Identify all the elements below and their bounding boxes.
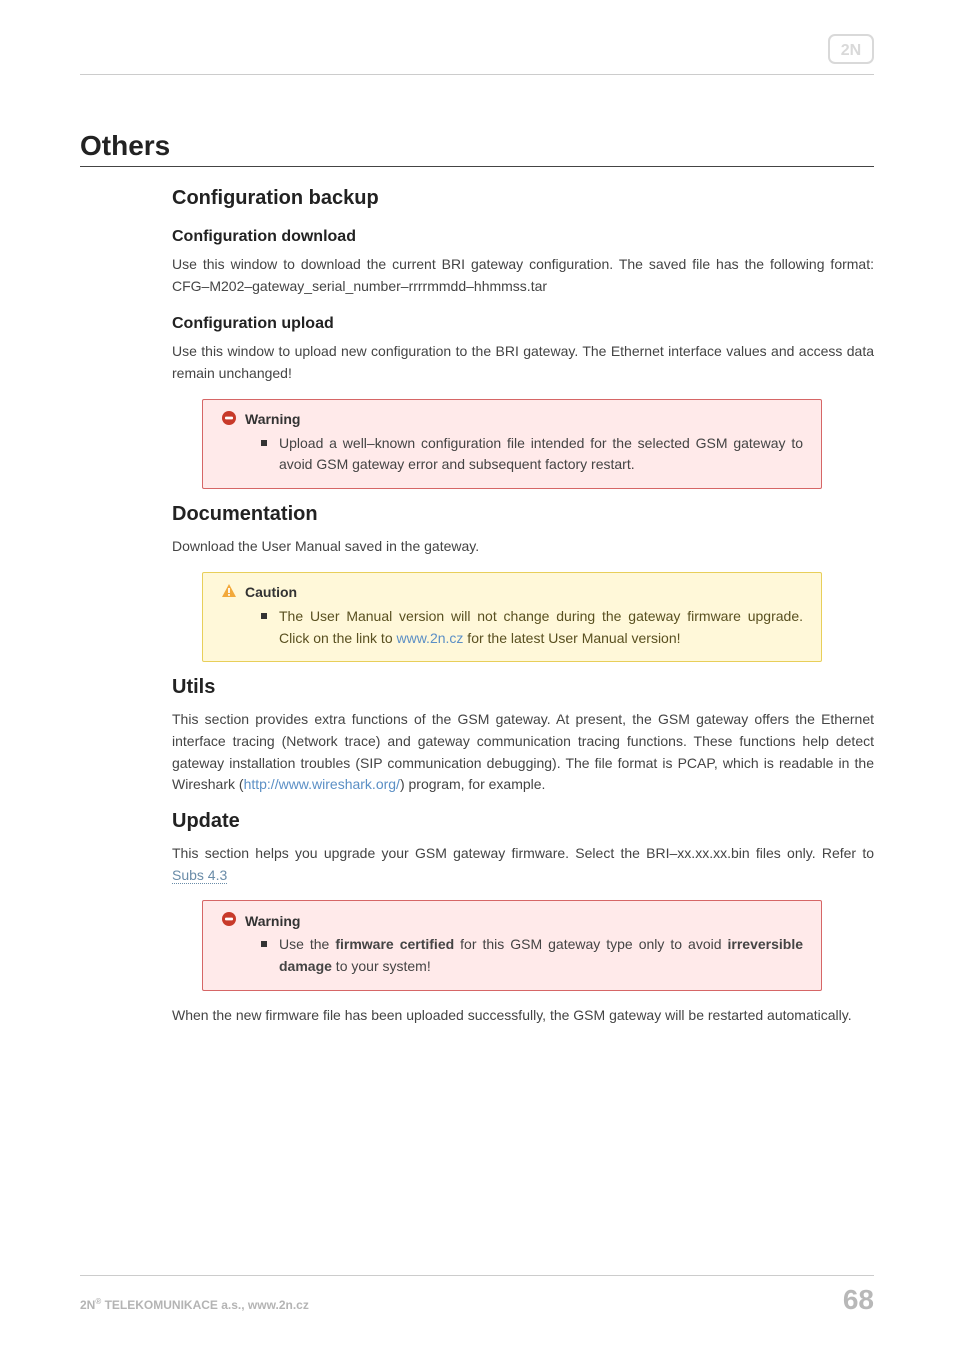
warning-text-mid: for this GSM gateway type only to avoid [454, 936, 727, 952]
warning-text-post: to your system! [332, 958, 431, 974]
caution-item: The User Manual version will not change … [279, 606, 803, 649]
warning-item: Upload a well–known configuration file i… [279, 433, 803, 476]
section-documentation: Documentation [172, 503, 874, 526]
caution-callout-docs: Caution The User Manual version will not… [202, 572, 822, 662]
warning-label: Warning [245, 913, 300, 929]
update-body-pre: This section helps you upgrade your GSM … [172, 845, 874, 861]
link-2n-cz[interactable]: www.2n.cz [397, 630, 464, 646]
section-utils: Utils [172, 676, 874, 699]
config-download-body: Use this window to download the current … [172, 254, 874, 297]
update-body: This section helps you upgrade your GSM … [172, 843, 874, 886]
warning-text-pre: Use the [279, 936, 335, 952]
update-body-after: When the new firmware file has been uplo… [172, 1005, 874, 1027]
page-footer: 2N® TELEKOMUNIKACE a.s., www.2n.cz 68 [80, 1275, 874, 1316]
section-update: Update [172, 810, 874, 833]
page-title: Others [80, 130, 874, 167]
header-divider [80, 74, 874, 75]
section-config-backup: Configuration backup [172, 187, 874, 210]
caution-icon [221, 583, 237, 602]
subsection-config-download: Configuration download [172, 228, 874, 246]
caution-text-post: for the latest User Manual version! [463, 630, 680, 646]
warning-callout-upload: Warning Upload a well–known configuratio… [202, 399, 822, 489]
utils-body: This section provides extra functions of… [172, 709, 874, 796]
utils-body-post: ) program, for example. [400, 776, 546, 792]
svg-text:2N: 2N [841, 42, 861, 59]
page-number: 68 [843, 1284, 874, 1316]
warning-icon [221, 911, 237, 930]
brand-logo: 2N [828, 34, 874, 69]
warning-callout-update: Warning Use the firmware certified for t… [202, 900, 822, 990]
footer-company: 2N® TELEKOMUNIKACE a.s., www.2n.cz [80, 1297, 309, 1312]
link-wireshark[interactable]: http://www.wireshark.org/ [244, 776, 400, 792]
caution-label: Caution [245, 584, 297, 600]
footer-company-post: TELEKOMUNIKACE a.s., www.2n.cz [101, 1298, 309, 1312]
warning-icon [221, 410, 237, 429]
warning-item: Use the firmware certified for this GSM … [279, 934, 803, 977]
documentation-body: Download the User Manual saved in the ga… [172, 536, 874, 558]
footer-company-pre: 2N [80, 1298, 95, 1312]
link-subs-4-3[interactable]: Subs 4.3 [172, 867, 227, 884]
warning-bold-1: firmware certified [335, 936, 454, 952]
warning-label: Warning [245, 411, 300, 427]
subsection-config-upload: Configuration upload [172, 315, 874, 333]
config-upload-body: Use this window to upload new configurat… [172, 341, 874, 384]
